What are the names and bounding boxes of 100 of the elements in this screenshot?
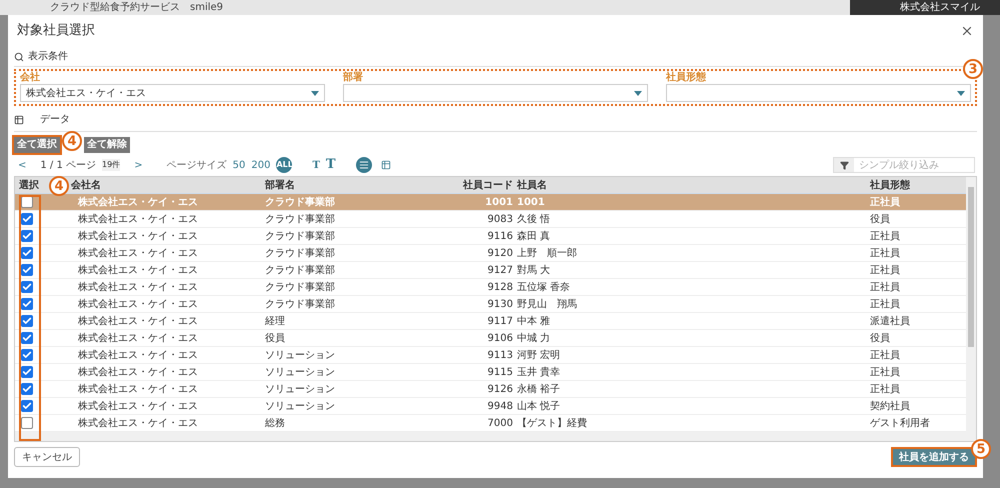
page-size-option[interactable]: 50 xyxy=(232,158,246,172)
table-cell-text: 株式会社エス・ケイ・エス xyxy=(77,400,199,414)
table-cell-text: ソリューション xyxy=(265,400,336,414)
column-header: 社員形態 xyxy=(870,178,910,192)
row-checkbox[interactable] xyxy=(21,315,33,327)
table-cell-text: 河野 宏明 xyxy=(517,348,562,362)
table-cell-text: 役員 xyxy=(265,332,286,346)
table-cell-text: 9117 xyxy=(486,314,514,328)
table-cell-text: 正社員 xyxy=(870,298,901,312)
table-cell-text: 役員 xyxy=(870,212,891,226)
row-checkbox[interactable] xyxy=(21,349,33,361)
vertical-scrollbar[interactable] xyxy=(966,177,976,441)
row-checkbox[interactable] xyxy=(21,230,33,242)
table-cell-text: クラウド事業部 xyxy=(265,212,336,226)
table-cell-text: 派遣社員 xyxy=(870,314,911,328)
row-checkbox[interactable] xyxy=(21,264,33,276)
table-row[interactable]: 株式会社エス・ケイ・エス ソリューション 9113 河野 宏明 正社員 xyxy=(15,347,966,364)
row-checkbox[interactable] xyxy=(21,281,33,293)
page-indicator: 1 / 1 ページ xyxy=(40,158,96,172)
page-size-label: ページサイズ xyxy=(166,158,227,172)
table-cell-text: 正社員 xyxy=(870,348,901,362)
close-icon[interactable] xyxy=(960,24,974,38)
table-cell-text: 森田 真 xyxy=(517,230,552,244)
table-cell-text: 株式会社エス・ケイ・エス xyxy=(76,196,199,210)
table-cell-text: 久後 悟 xyxy=(517,212,552,226)
table-cell-text: 9120 xyxy=(486,246,514,260)
cancel-button[interactable]: キャンセル xyxy=(14,447,80,467)
column-header: 部署名 xyxy=(265,178,295,192)
table-cell-text: クラウド事業部 xyxy=(265,264,336,278)
bulk-select-button[interactable]: 全て選択 xyxy=(14,137,60,153)
row-checkbox[interactable] xyxy=(21,400,33,412)
table-cell-text: 正社員 xyxy=(870,246,901,260)
table-cell-text: 【ゲスト】経費 xyxy=(517,416,588,430)
filter-label: 会社 xyxy=(20,71,41,84)
horizontal-scrollbar[interactable] xyxy=(15,432,966,441)
table-cell-text: 株式会社エス・ケイ・エス xyxy=(77,280,199,294)
font-size-button[interactable]: T xyxy=(326,155,336,175)
table-cell-text: クラウド事業部 xyxy=(265,298,336,312)
table-row[interactable]: 株式会社エス・ケイ・エス クラウド事業部 9120 上野 順一郎 正社員 xyxy=(15,245,966,262)
list-icon xyxy=(358,160,369,170)
table-cell-text: 株式会社エス・ケイ・エス xyxy=(77,348,199,362)
table-cell-text: 9083 xyxy=(486,212,514,226)
section-heading: 表示条件 xyxy=(28,50,68,64)
table-cell-text: 株式会社エス・ケイ・エス xyxy=(77,212,199,226)
table-row[interactable]: 株式会社エス・ケイ・エス クラウド事業部 9083 久後 悟 役員 xyxy=(15,211,966,228)
row-checkbox[interactable] xyxy=(21,383,33,395)
table-cell-text: 7000 xyxy=(486,416,514,430)
table-cell-text: 9106 xyxy=(486,332,514,346)
app-title: クラウド型給食予約サービス smile9 xyxy=(50,2,224,12)
table-cell-text: 株式会社エス・ケイ・エス xyxy=(77,230,199,244)
page-size-option[interactable]: 200 xyxy=(251,158,270,172)
font-size-button[interactable]: T xyxy=(312,158,320,172)
table-cell-text: 上野 順一郎 xyxy=(517,246,578,260)
table-cell-text: 9115 xyxy=(486,366,514,380)
table-row[interactable]: 株式会社エス・ケイ・エス ソリューション 9948 山本 悦子 契約社員 xyxy=(15,398,966,415)
table-row[interactable]: 株式会社エス・ケイ・エス 総務 7000 【ゲスト】経費 ゲスト利用者 xyxy=(15,415,966,432)
table-cell-text: 9130 xyxy=(486,298,514,312)
row-checkbox[interactable] xyxy=(21,366,33,378)
next-page-button[interactable]: > xyxy=(126,158,151,172)
table-row[interactable]: 株式会社エス・ケイ・エス ソリューション 9115 玉井 貴幸 正社員 xyxy=(15,364,966,381)
table-cell-text: 株式会社エス・ケイ・エス xyxy=(77,298,199,312)
table-cell-text: 契約社員 xyxy=(870,400,911,414)
bulk-select-button[interactable]: 全て解除 xyxy=(84,137,130,153)
table-cell-text: 株式会社エス・ケイ・エス xyxy=(77,416,199,430)
table-row[interactable]: 株式会社エス・ケイ・エス ソリューション 9126 永橋 裕子 正社員 xyxy=(15,381,966,398)
table-cell-text: 中城 力 xyxy=(517,332,552,346)
table-row[interactable]: 株式会社エス・ケイ・エス 役員 9106 中城 力 役員 xyxy=(15,330,966,347)
user-name: 株式会社スマイル xyxy=(850,0,1000,15)
row-checkbox[interactable] xyxy=(21,332,33,344)
table-row[interactable]: 株式会社エス・ケイ・エス クラウド事業部 9127 對馬 大 正社員 xyxy=(15,262,966,279)
filter-icon xyxy=(840,160,848,170)
table-row[interactable]: 株式会社エス・ケイ・エス クラウド事業部 9130 野見山 翔馬 正社員 xyxy=(15,296,966,313)
table-cell-text: 中本 雅 xyxy=(517,314,552,328)
row-checkbox[interactable] xyxy=(21,247,33,259)
row-checkbox[interactable] xyxy=(21,417,33,429)
row-checkbox[interactable] xyxy=(21,196,33,208)
table-cell-text: クラウド事業部 xyxy=(265,230,336,244)
table-cell-text: 野見山 翔馬 xyxy=(517,298,578,312)
list-view-button[interactable] xyxy=(356,157,372,173)
previous-page-button[interactable]: < xyxy=(14,158,30,172)
add-employee-button[interactable]: 社員を追加する xyxy=(891,447,977,467)
table-row[interactable]: 株式会社エス・ケイ・エス 経理 9117 中本 雅 派遣社員 xyxy=(15,313,966,330)
table-cell-text: ゲスト利用者 xyxy=(870,416,931,430)
table-cell-text: 永橋 裕子 xyxy=(517,382,562,396)
table-cell-text: 正社員 xyxy=(870,280,901,294)
filter-dropdown[interactable]: 株式会社エス・ケイ・エス xyxy=(20,84,325,102)
table-icon xyxy=(14,114,24,124)
table-cell-text: ソリューション xyxy=(265,382,336,396)
table-cell-text: 9127 xyxy=(486,264,514,278)
row-checkbox[interactable] xyxy=(21,213,33,225)
table-row[interactable]: 株式会社エス・ケイ・エス クラウド事業部 9128 五位塚 香奈 正社員 xyxy=(15,279,966,296)
simple-filter-field[interactable]: シンプル絞り込み xyxy=(833,157,975,173)
filter-value: 株式会社エス・ケイ・エス xyxy=(26,86,146,100)
row-checkbox[interactable] xyxy=(21,298,33,310)
table-cell-text: 9113 xyxy=(486,348,514,362)
table-cell-text: 9116 xyxy=(486,230,514,244)
section-heading: データ xyxy=(39,113,70,127)
step-number-badge: 3 xyxy=(963,59,983,79)
table-row[interactable]: 株式会社エス・ケイ・エス クラウド事業部 9116 森田 真 正社員 xyxy=(15,228,966,245)
page-size-option[interactable]: ALL xyxy=(276,157,292,173)
